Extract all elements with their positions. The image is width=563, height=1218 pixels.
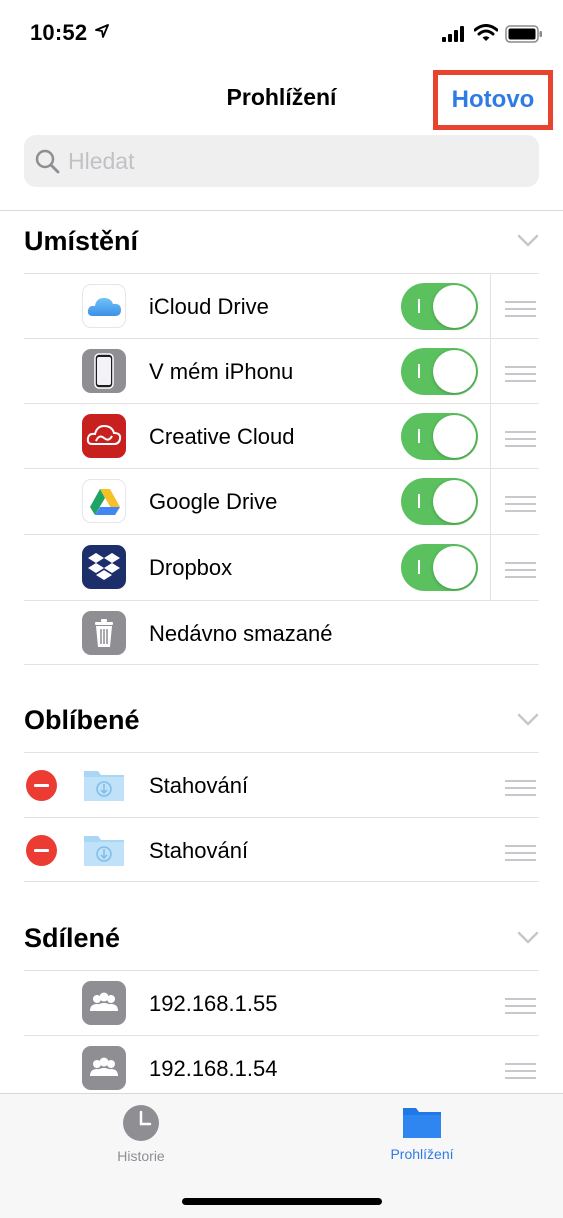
list-item[interactable]: Stahování: [24, 752, 539, 817]
google-drive-icon: [82, 479, 126, 523]
chevron-down-icon[interactable]: [517, 713, 539, 727]
reorder-handle-icon[interactable]: [505, 301, 536, 322]
row-label: Nedávno smazané: [149, 621, 333, 646]
navigation-bar: Prohlížení Hotovo: [0, 68, 563, 130]
row-label: Stahování: [149, 838, 249, 863]
cellular-signal-icon: [442, 26, 464, 42]
toggle-switch[interactable]: [401, 413, 478, 460]
folder-icon: [403, 1108, 441, 1138]
creative-cloud-icon: [82, 414, 126, 458]
list-item[interactable]: 192.168.1.55: [24, 970, 539, 1035]
row-label: Dropbox: [149, 555, 233, 580]
delete-button[interactable]: [26, 835, 57, 866]
reorder-handle-icon[interactable]: [505, 562, 536, 583]
iphone-icon: [82, 349, 126, 393]
downloads-folder-icon: [82, 763, 126, 807]
row-label: 192.168.1.55: [149, 991, 278, 1016]
chevron-down-icon[interactable]: [517, 234, 539, 248]
section-title: Sdílené: [24, 923, 121, 953]
section-header-favorites[interactable]: Oblíbené: [24, 693, 539, 749]
chevron-down-icon[interactable]: [517, 931, 539, 945]
tab-browse[interactable]: Prohlížení: [342, 1104, 502, 1162]
toggle-switch[interactable]: [401, 283, 478, 330]
icloud-drive-icon: [82, 284, 126, 328]
status-time: 10:52: [30, 20, 88, 45]
reorder-handle-icon[interactable]: [505, 1063, 536, 1084]
shared-server-icon: [82, 1046, 126, 1090]
list-item[interactable]: iCloud Drive: [24, 273, 539, 339]
list-item[interactable]: Stahování: [24, 817, 539, 882]
reorder-handle-icon[interactable]: [505, 431, 536, 452]
search-icon: [35, 149, 60, 174]
row-label: Google Drive: [149, 489, 278, 514]
row-label: Stahování: [149, 773, 249, 798]
dropbox-icon: [82, 545, 126, 589]
reorder-handle-icon[interactable]: [505, 845, 536, 866]
wifi-icon: [474, 24, 498, 41]
row-label: iCloud Drive: [149, 294, 269, 319]
divider: [490, 339, 491, 404]
reorder-handle-icon[interactable]: [505, 780, 536, 801]
toggle-switch[interactable]: [401, 544, 478, 591]
section-title: Umístění: [24, 226, 139, 256]
list-item[interactable]: V mém iPhonu: [24, 338, 539, 404]
row-label: V mém iPhonu: [149, 359, 294, 384]
section-header-shared[interactable]: Sdílené: [24, 911, 539, 967]
downloads-folder-icon: [82, 828, 126, 872]
home-indicator: [182, 1198, 382, 1205]
divider: [490, 274, 491, 339]
reorder-handle-icon[interactable]: [505, 998, 536, 1019]
toggle-switch[interactable]: [401, 348, 478, 395]
done-button[interactable]: Hotovo: [433, 70, 553, 130]
list-item[interactable]: Nedávno smazané: [24, 600, 539, 665]
trash-icon: [82, 611, 126, 655]
list-item[interactable]: Google Drive: [24, 468, 539, 534]
shared-server-icon: [82, 981, 126, 1025]
list-item[interactable]: 192.168.1.54: [24, 1035, 539, 1100]
divider: [490, 469, 491, 534]
tab-history[interactable]: Historie: [61, 1104, 221, 1164]
delete-button[interactable]: [26, 770, 57, 801]
divider: [490, 535, 491, 600]
tab-label: Historie: [117, 1148, 165, 1164]
list-item[interactable]: Creative Cloud: [24, 403, 539, 469]
tab-label: Prohlížení: [390, 1146, 454, 1162]
section-header-locations[interactable]: Umístění: [24, 214, 539, 270]
reorder-handle-icon[interactable]: [505, 496, 536, 517]
clock-icon: [123, 1105, 159, 1141]
location-arrow-icon: [95, 24, 109, 38]
row-label: Creative Cloud: [149, 424, 295, 449]
section-title: Oblíbené: [24, 705, 140, 735]
search-bar[interactable]: [24, 135, 539, 187]
status-bar: 10:52: [0, 0, 563, 68]
list-item[interactable]: Dropbox: [24, 534, 539, 600]
reorder-handle-icon[interactable]: [505, 366, 536, 387]
divider: [0, 210, 563, 211]
divider: [490, 404, 491, 469]
search-input[interactable]: [68, 135, 528, 187]
battery-icon: [505, 25, 542, 43]
row-label: 192.168.1.54: [149, 1056, 278, 1081]
toggle-switch[interactable]: [401, 478, 478, 525]
